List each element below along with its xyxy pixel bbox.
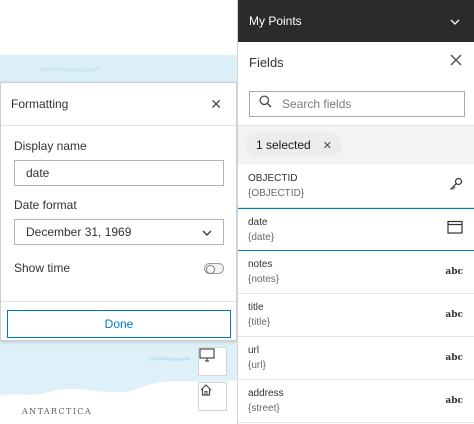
field-name: date — [248, 216, 268, 228]
show-time-toggle[interactable] — [204, 262, 224, 274]
date-format-select[interactable]: December 31, 1969 — [14, 219, 224, 245]
field-row-address[interactable]: address {street} abc — [238, 380, 474, 423]
fields-title: Fields — [249, 54, 284, 70]
chevron-down-icon — [450, 12, 460, 30]
field-expression: {street} — [248, 403, 280, 414]
search-input[interactable]: Search fields — [249, 91, 465, 117]
field-row-notes[interactable]: notes {notes} abc — [238, 251, 474, 294]
close-icon[interactable]: ✕ — [323, 139, 332, 152]
search-icon — [259, 95, 272, 113]
display-name-value: date — [26, 166, 50, 180]
selection-bar: 1 selected ✕ — [238, 125, 474, 165]
field-name: notes — [248, 259, 273, 270]
search-placeholder: Search fields — [282, 97, 352, 111]
formatting-title: Formatting — [11, 97, 69, 111]
close-icon[interactable]: ✕ — [210, 97, 222, 111]
home-button[interactable] — [198, 382, 227, 411]
date-format-value: December 31, 1969 — [26, 225, 132, 239]
field-row-objectid[interactable]: OBJECTID {OBJECTID} — [238, 165, 474, 208]
date-format-label: Date format — [14, 198, 77, 212]
field-expression: {OBJECTID} — [248, 188, 305, 199]
field-expression: {title} — [248, 317, 271, 328]
field-row-url[interactable]: url {url} abc — [238, 337, 474, 380]
formatting-popover: Formatting ✕ Display name date Date form… — [0, 82, 237, 341]
calendar-icon — [447, 220, 463, 239]
field-name: title — [248, 302, 264, 313]
text-type-icon: abc — [445, 310, 463, 320]
selected-chip[interactable]: 1 selected ✕ — [246, 133, 342, 157]
text-type-icon: abc — [445, 267, 463, 277]
fields-panel: My Points Fields Search fields 1 selecte… — [237, 0, 474, 424]
map-region-label: ANTARCTICA — [22, 407, 92, 416]
show-time-label: Show time — [14, 261, 71, 275]
key-icon — [449, 177, 463, 196]
field-expression: {date} — [248, 231, 275, 243]
field-name: OBJECTID — [248, 173, 298, 184]
field-expression: {notes} — [248, 274, 280, 285]
field-row-date[interactable]: date {date} — [238, 208, 474, 251]
field-name: address — [248, 388, 284, 399]
chevron-down-icon — [202, 225, 212, 239]
monitor-button[interactable] — [198, 347, 227, 376]
formatting-header: Formatting ✕ — [1, 83, 236, 126]
display-name-input[interactable]: date — [14, 160, 224, 186]
field-name: url — [248, 345, 260, 356]
text-type-icon: abc — [445, 396, 463, 406]
layer-title: My Points — [249, 14, 302, 28]
field-row-title[interactable]: title {title} abc — [238, 294, 474, 337]
field-list: OBJECTID {OBJECTID} date {date} notes {n… — [238, 165, 474, 423]
selected-chip-label: 1 selected — [256, 138, 311, 152]
layer-dropdown[interactable]: My Points — [238, 0, 474, 42]
display-name-label: Display name — [14, 139, 87, 153]
field-expression: {url} — [248, 360, 266, 371]
formatting-footer: Done — [1, 301, 236, 341]
close-icon[interactable] — [450, 53, 462, 71]
text-type-icon: abc — [445, 353, 463, 363]
done-button[interactable]: Done — [7, 310, 231, 338]
fields-header: Fields — [238, 42, 474, 82]
